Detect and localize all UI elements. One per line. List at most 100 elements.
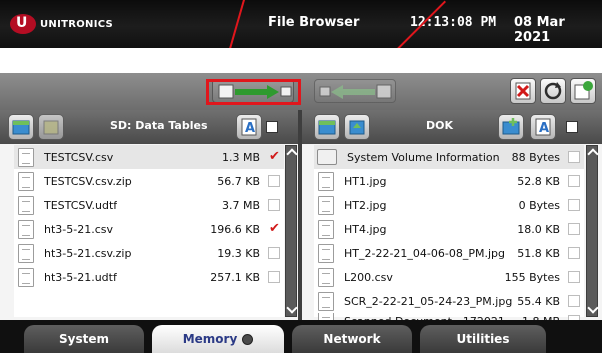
file-row[interactable]: L200.csv 155 Bytes (314, 265, 584, 289)
file-name: TESTCSV.udtf (44, 198, 118, 212)
file-row[interactable]: TESTCSV.csv 1.3 MB (14, 145, 284, 169)
right-scrollbar[interactable] (586, 145, 599, 317)
file-name: TESTCSV.csv.zip (44, 174, 132, 188)
folder-up-button[interactable] (38, 114, 64, 140)
file-icon (318, 267, 334, 287)
folder-icon (43, 120, 59, 135)
file-name: System Volume Information (347, 150, 500, 164)
file-icon (318, 243, 334, 263)
scroll-down-icon[interactable] (286, 302, 298, 314)
sd-card-button[interactable] (8, 114, 34, 140)
right-select-all-checkbox[interactable] (566, 121, 578, 133)
file-name: HT4.jpg (344, 222, 387, 236)
tab-label: System (59, 332, 109, 346)
scroll-up-icon[interactable] (587, 148, 599, 160)
file-checkbox[interactable] (268, 199, 280, 211)
file-icon (18, 195, 34, 215)
scroll-up-icon[interactable] (286, 148, 298, 160)
file-checkbox[interactable] (268, 247, 280, 259)
file-name: HT_2-22-21_04-06-08_PM.jpg (344, 246, 505, 260)
bottom-tab-bar: System Memory Network Utilities (0, 320, 602, 353)
storage-button[interactable] (314, 114, 340, 140)
file-row[interactable]: ht3-5-21.udtf 257.1 KB (14, 265, 284, 289)
file-checkbox[interactable] (268, 271, 280, 283)
file-checkbox[interactable] (568, 247, 580, 259)
new-folder-icon (502, 118, 520, 135)
sd-card-icon (12, 120, 30, 135)
info-icon (574, 81, 593, 100)
file-row[interactable]: ht3-5-21.csv.zip 19.3 KB (14, 241, 284, 265)
page-title: File Browser (268, 15, 360, 30)
left-select-all-button[interactable]: A (236, 114, 262, 140)
file-name: HT1.jpg (344, 174, 387, 188)
storage-icon (318, 120, 336, 135)
right-panel-title: DOK (426, 119, 454, 132)
tab-utilities[interactable]: Utilities (420, 325, 546, 353)
file-icon (18, 219, 34, 239)
file-size: 1.3 MB (221, 150, 260, 164)
file-size: 55.4 KB (517, 294, 560, 308)
svg-text:A: A (539, 121, 549, 136)
file-checkbox[interactable] (568, 295, 580, 307)
file-name: ht3-5-21.csv (44, 222, 114, 236)
file-icon (318, 171, 334, 191)
file-row[interactable]: TESTCSV.csv.zip 56.7 KB (14, 169, 284, 193)
file-checkbox[interactable] (268, 175, 280, 187)
file-icon (18, 171, 34, 191)
new-folder-button[interactable] (498, 114, 524, 140)
file-size: 196.6 KB (210, 222, 260, 236)
info-button[interactable] (570, 78, 596, 104)
file-size: 19.3 KB (217, 246, 260, 260)
tab-label: Memory (182, 332, 238, 346)
file-size: 51.8 KB (517, 246, 560, 260)
cancel-button[interactable] (510, 78, 536, 104)
file-row[interactable]: HT1.jpg 52.8 KB (314, 169, 584, 193)
file-row[interactable]: HT_2-22-21_04-06-08_PM.jpg 51.8 KB (314, 241, 584, 265)
file-icon (318, 291, 334, 311)
right-panel-header: DOK A (302, 110, 602, 144)
file-row[interactable]: SCR_2-22-21_05-24-23_PM.jpg 55.4 KB (314, 289, 584, 313)
file-checkbox[interactable] (268, 149, 280, 164)
file-checkbox[interactable] (568, 271, 580, 283)
file-row[interactable]: HT2.jpg 0 Bytes (314, 193, 584, 217)
right-file-list: System Volume Information 88 Bytes HT1.j… (314, 145, 584, 329)
tab-label: Utilities (456, 332, 510, 346)
file-size: 18.0 KB (517, 222, 560, 236)
tab-system[interactable]: System (24, 325, 144, 353)
folder-row[interactable]: System Volume Information 88 Bytes (314, 145, 584, 169)
file-row[interactable]: ht3-5-21.csv 196.6 KB (14, 217, 284, 241)
file-checkbox[interactable] (268, 221, 280, 236)
left-select-all-checkbox[interactable] (266, 121, 278, 133)
scroll-down-icon[interactable] (587, 302, 599, 314)
file-row[interactable]: HT4.jpg 18.0 KB (314, 217, 584, 241)
tab-memory[interactable]: Memory (152, 325, 284, 353)
file-icon (318, 219, 334, 239)
refresh-button[interactable] (540, 78, 566, 104)
left-panel-header: SD: Data Tables A (0, 110, 298, 144)
file-checkbox[interactable] (568, 175, 580, 187)
file-checkbox[interactable] (568, 151, 580, 163)
spacer-bar (0, 48, 602, 73)
file-icon (18, 267, 34, 287)
x-icon (515, 82, 531, 100)
right-folder-up-button[interactable] (344, 114, 370, 140)
file-name: SCR_2-22-21_05-24-23_PM.jpg (344, 294, 513, 308)
right-select-all-button[interactable]: A (530, 114, 556, 140)
file-icon (18, 243, 34, 263)
file-size: 88 Bytes (511, 150, 560, 164)
file-checkbox[interactable] (568, 223, 580, 235)
file-checkbox[interactable] (568, 199, 580, 211)
brand-name: UNITRONICS (40, 18, 114, 30)
file-size: 155 Bytes (504, 270, 560, 284)
tab-indicator-icon (242, 333, 254, 345)
title-bar: UNITRONICS File Browser 12:13:08 PM 08 M… (0, 0, 602, 48)
file-row[interactable]: TESTCSV.udtf 3.7 MB (14, 193, 284, 217)
left-scrollbar[interactable] (285, 145, 298, 317)
file-icon (318, 195, 334, 215)
tab-label: Network (323, 332, 381, 346)
tab-network[interactable]: Network (292, 325, 412, 353)
svg-text:A: A (245, 121, 255, 136)
file-name: ht3-5-21.csv.zip (44, 246, 132, 260)
arrow-left-icon (319, 84, 392, 99)
copy-to-left-button[interactable] (314, 79, 396, 103)
